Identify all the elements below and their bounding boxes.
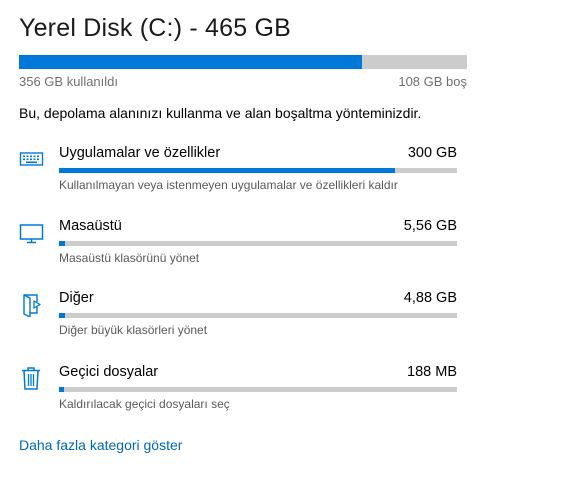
category-usage-bar: [59, 168, 457, 173]
category-size: 300 GB: [407, 145, 457, 161]
category-temporary-files[interactable]: Geçici dosyalar 188 MB Kaldırılacak geçi…: [19, 364, 457, 425]
category-desktop[interactable]: Masaüstü 5,56 GB Masaüstü klasörünü yöne…: [19, 218, 457, 279]
category-usage-bar: [59, 313, 457, 318]
category-usage-bar: [59, 387, 457, 392]
category-size: 188 MB: [407, 364, 457, 380]
category-usage-bar: [59, 241, 457, 246]
folder-icon: [19, 291, 45, 318]
category-description: Kullanılmayan veya istenmeyen uygulamala…: [59, 178, 398, 192]
category-description: Diğer büyük klasörleri yönet: [59, 323, 208, 337]
category-description: Kaldırılacak geçici dosyaları seç: [59, 397, 230, 411]
category-usage-bar-fill: [59, 168, 396, 173]
category-name: Uygulamalar ve özellikler: [59, 145, 221, 161]
category-name: Geçici dosyalar: [59, 364, 159, 380]
trash-icon: [19, 365, 45, 391]
disk-usage-bar-fill: [19, 55, 363, 69]
category-usage-bar-fill: [59, 241, 66, 246]
used-space-label: 356 GB kullanıldı: [19, 74, 119, 89]
category-usage-bar-fill: [59, 387, 64, 392]
category-other[interactable]: Diğer 4,88 GB Diğer büyük klasörleri yön…: [19, 290, 457, 351]
category-apps[interactable]: Uygulamalar ve özellikler 300 GB Kullanı…: [19, 145, 457, 206]
page-description: Bu, depolama alanınızı kullanma ve alan …: [19, 105, 422, 121]
free-space-label: 108 GB boş: [398, 74, 467, 89]
category-size: 5,56 GB: [403, 218, 457, 234]
show-more-categories-link[interactable]: Daha fazla kategori göster: [19, 437, 182, 453]
category-name: Diğer: [59, 290, 94, 306]
disk-title: Yerel Disk (C:) - 465 GB: [19, 14, 292, 42]
keyboard-icon: [19, 146, 45, 172]
category-description: Masaüstü klasörünü yönet: [59, 251, 200, 265]
monitor-icon: [19, 219, 45, 245]
category-usage-bar-fill: [59, 313, 65, 318]
category-size: 4,88 GB: [403, 290, 457, 306]
category-name: Masaüstü: [59, 218, 122, 234]
disk-usage-bar: [19, 55, 467, 69]
